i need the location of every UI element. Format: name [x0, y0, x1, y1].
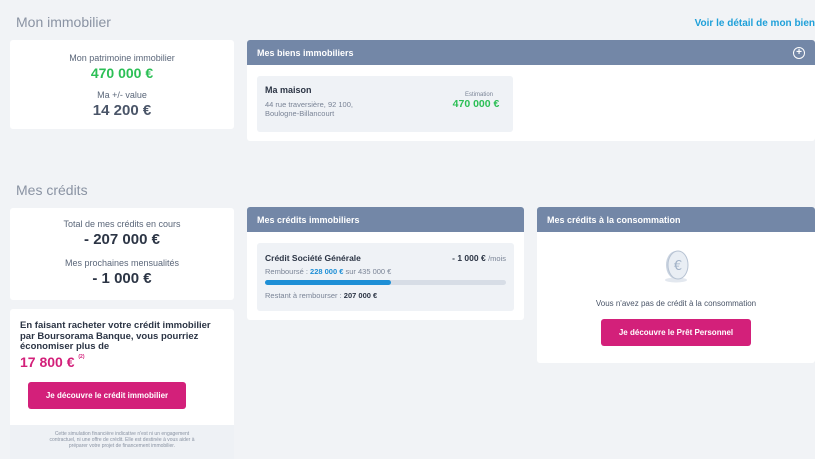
promo-amount-wrap: 17 800 € (2) — [20, 354, 85, 370]
promo-text: En faisant racheter votre crédit immobil… — [20, 320, 211, 353]
credits-immo-panel-header: Mes crédits immobiliers — [247, 207, 524, 232]
estimation-value: 470 000 € — [452, 98, 500, 110]
biens-panel-header: Mes biens immobiliers + — [247, 40, 815, 65]
biens-panel: Mes biens immobiliers + Ma maison 44 rue… — [247, 40, 815, 141]
credits-total-value: - 207 000 € — [84, 231, 160, 248]
section-title-immobilier: Mon immobilier — [16, 14, 111, 30]
rembourse-value: 228 000 € — [310, 267, 344, 276]
biens-panel-title: Mes biens immobiliers — [257, 47, 354, 58]
promo-note-ref[interactable]: (2) — [78, 354, 84, 360]
rachat-promo-card: En faisant racheter votre crédit immobil… — [10, 309, 234, 459]
credit-immo-item[interactable]: Crédit Société Générale - 1 000 € /mois … — [257, 243, 514, 311]
rembourse-label: Remboursé : — [265, 267, 311, 276]
credit-monthly: - 1 000 € /mois — [452, 253, 506, 263]
bien-estimation: Estimation 470 000 € — [453, 92, 505, 110]
mensualites-label: Mes prochaines mensualités — [64, 258, 180, 268]
detail-bien-link[interactable]: Voir le détail de mon bien — [695, 18, 815, 29]
bien-address-line1: 44 rue traversière, 92 100, — [265, 100, 353, 109]
bien-address: 44 rue traversière, 92 100, Boulogne-Bil… — [265, 100, 353, 118]
credits-total-label: Total de mes crédits en cours — [63, 219, 181, 229]
mensualites-value: - 1 000 € — [92, 270, 152, 287]
credit-progress-fill — [265, 280, 392, 285]
svg-text:€: € — [674, 259, 682, 274]
promo-line3: économiser plus de — [20, 341, 110, 352]
credits-immo-panel: Mes crédits immobiliers Crédit Société G… — [247, 207, 524, 320]
decouvre-pret-personnel-button[interactable]: Je découvre le Prêt Personnel — [601, 319, 751, 346]
credits-conso-panel-title: Mes crédits à la consommation — [547, 214, 681, 225]
plus-value-value: 14 200 € — [92, 102, 152, 119]
bien-address-line2: Boulogne-Billancourt — [265, 109, 335, 118]
restant-value: 207 000 € — [343, 291, 378, 300]
coin-euro-icon: € — [661, 249, 691, 283]
credits-total-card: Total de mes crédits en cours - 207 000 … — [10, 208, 234, 300]
promo-line1: En faisant racheter votre crédit immobil… — [20, 320, 211, 331]
bien-item[interactable]: Ma maison 44 rue traversière, 92 100, Bo… — [257, 76, 513, 132]
section-title-credits: Mes crédits — [16, 182, 88, 198]
promo-amount: 17 800 € — [20, 354, 75, 370]
bien-name: Ma maison — [265, 85, 312, 95]
patrimoine-card: Mon patrimoine immobilier 470 000 € Ma +… — [10, 40, 234, 129]
decouvre-credit-immo-button[interactable]: Je découvre le crédit immobilier — [28, 382, 186, 409]
credit-rembourse: Remboursé : 228 000 € sur 435 000 € — [265, 267, 391, 276]
patrimoine-label: Mon patrimoine immobilier — [69, 53, 175, 63]
credits-conso-panel: Mes crédits à la consommation € Vous n'a… — [537, 207, 815, 363]
credit-monthly-amount: - 1 000 € — [452, 253, 486, 263]
promo-disclaimer: Cette simulation financière indicative n… — [10, 425, 234, 459]
credit-progress-track — [265, 280, 506, 285]
plus-circle-icon[interactable]: + — [793, 46, 805, 59]
credit-restant: Restant à rembourser : 207 000 € — [265, 291, 377, 300]
plus-value-label: Ma +/- value — [97, 90, 147, 100]
credits-immo-panel-title: Mes crédits immobiliers — [257, 214, 360, 225]
rembourse-suffix: sur 435 000 € — [343, 267, 392, 276]
credits-conso-panel-header: Mes crédits à la consommation — [537, 207, 815, 232]
credit-name: Crédit Société Générale — [265, 253, 361, 263]
patrimoine-value: 470 000 € — [90, 65, 154, 81]
conso-empty-text: Vous n'avez pas de crédit à la consommat… — [595, 299, 757, 308]
credit-monthly-unit: /mois — [488, 254, 506, 263]
disclaimer-line3: préparer votre projet de financement imm… — [68, 443, 176, 449]
restant-label: Restant à rembourser : — [265, 291, 344, 300]
